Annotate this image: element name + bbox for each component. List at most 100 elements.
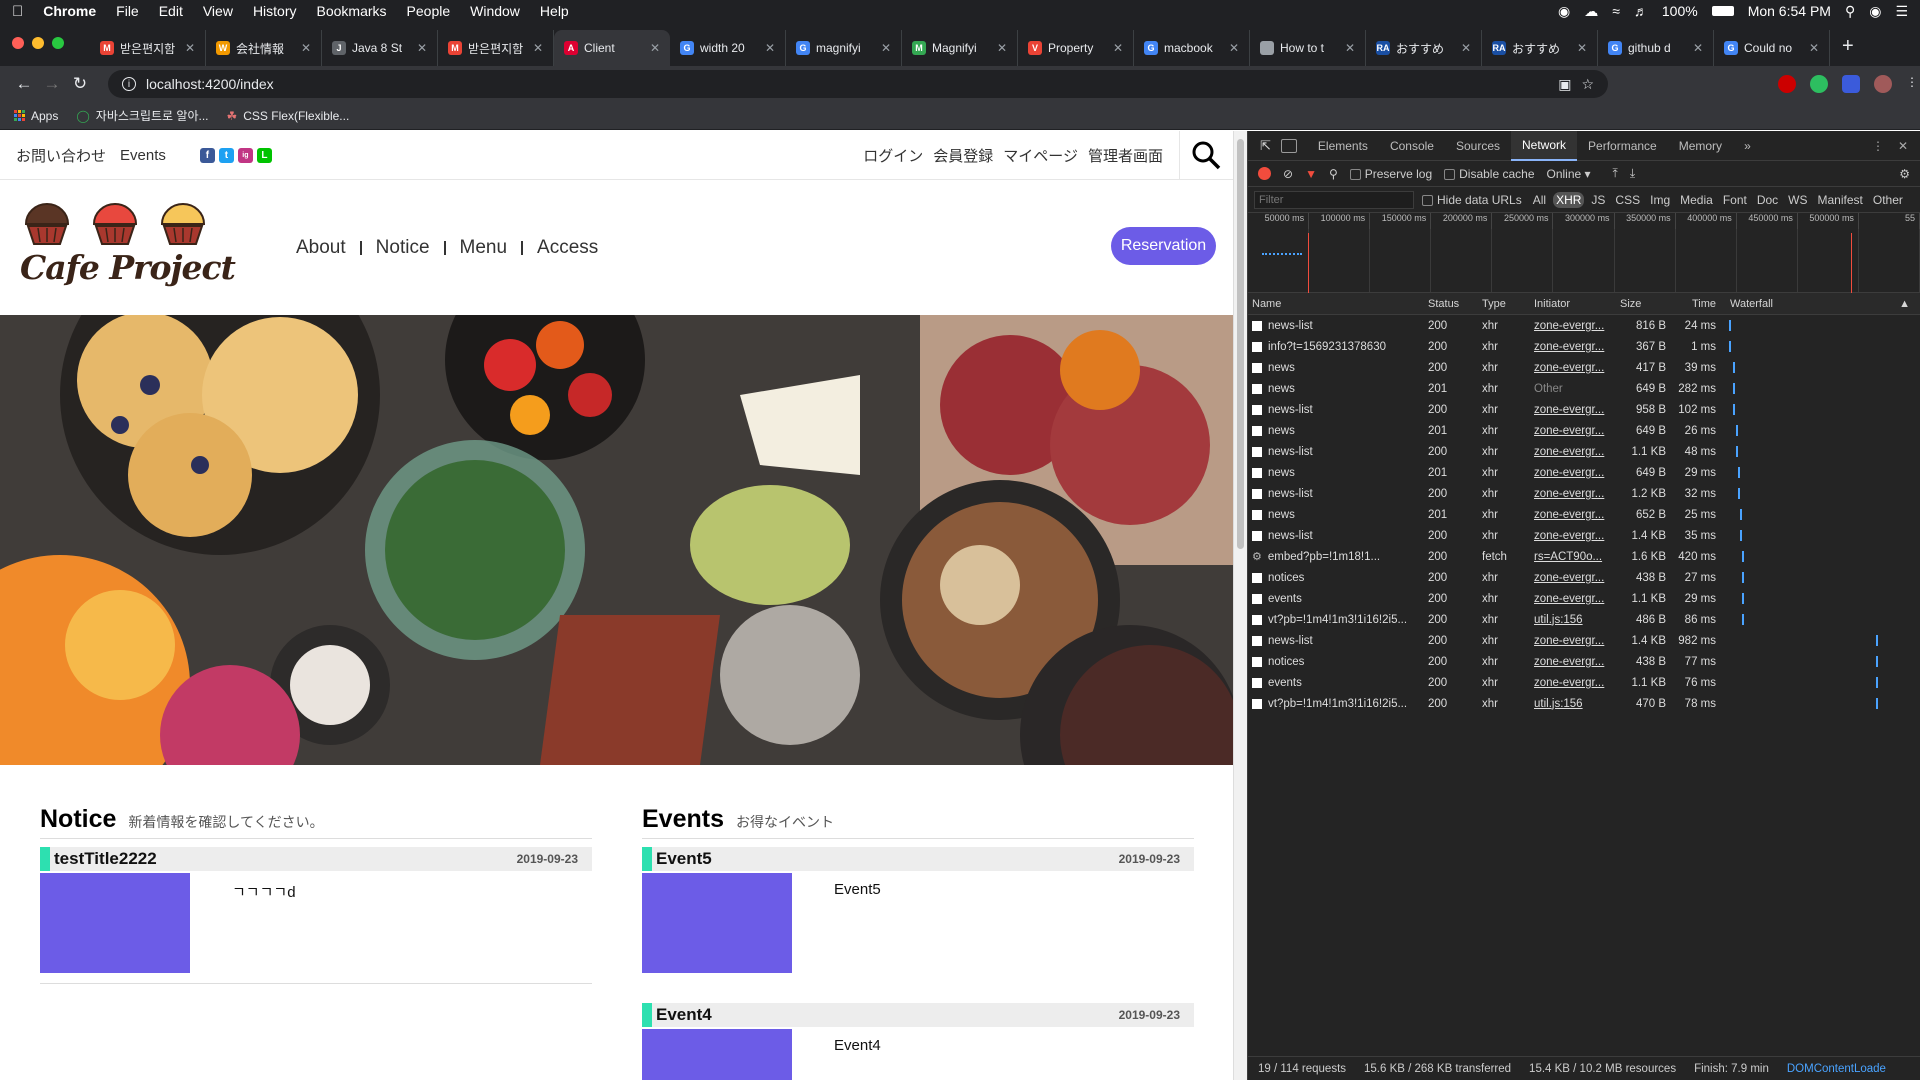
- request-name[interactable]: notices: [1248, 572, 1424, 584]
- back-icon[interactable]: ←: [10, 74, 38, 94]
- hide-data-urls-checkbox[interactable]: Hide data URLs: [1422, 193, 1522, 207]
- wifi-icon[interactable]: ≈: [1612, 3, 1620, 19]
- url-text[interactable]: localhost:4200/index: [146, 76, 274, 92]
- tab-memory[interactable]: Memory: [1668, 131, 1733, 161]
- request-row[interactable]: ⚙ embed?pb=!1m18!1... 200 fetch rs=ACT90o…: [1248, 546, 1920, 567]
- tab-performance[interactable]: Performance: [1577, 131, 1668, 161]
- request-initiator[interactable]: zone-evergr...: [1530, 509, 1616, 521]
- request-row[interactable]: notices 200 xhr zone-evergr... 438 B 77 …: [1248, 651, 1920, 672]
- device-toolbar-icon[interactable]: [1280, 138, 1297, 153]
- col-type[interactable]: Type: [1478, 298, 1530, 310]
- close-tab-icon[interactable]: ✕: [1113, 41, 1123, 55]
- request-initiator[interactable]: zone-evergr...: [1530, 677, 1616, 689]
- col-time[interactable]: Time: [1670, 298, 1720, 310]
- request-initiator[interactable]: zone-evergr...: [1530, 404, 1616, 416]
- search-icon[interactable]: ⚲: [1329, 167, 1338, 181]
- inspect-element-icon[interactable]: ⇱: [1260, 138, 1271, 154]
- col-initiator[interactable]: Initiator: [1530, 298, 1616, 310]
- menu-people[interactable]: People: [407, 3, 451, 19]
- clear-icon[interactable]: ⊘: [1283, 167, 1293, 181]
- menu-bookmarks[interactable]: Bookmarks: [317, 3, 387, 19]
- request-row[interactable]: news-list 200 xhr zone-evergr... 1.4 KB …: [1248, 525, 1920, 546]
- request-name[interactable]: news: [1248, 425, 1424, 437]
- contact-link[interactable]: お問い合わせ: [16, 145, 106, 166]
- request-initiator[interactable]: zone-evergr...: [1530, 341, 1616, 353]
- twitter-icon[interactable]: t: [218, 147, 234, 163]
- request-name[interactable]: news: [1248, 362, 1424, 374]
- request-initiator[interactable]: zone-evergr...: [1530, 593, 1616, 605]
- bookmark-star-icon[interactable]: ☆: [1581, 76, 1594, 93]
- event-item-header[interactable]: Event4 2019-09-23: [642, 1003, 1194, 1027]
- export-har-icon[interactable]: ⤓: [1630, 166, 1635, 181]
- request-row[interactable]: news-list 200 xhr zone-evergr... 1.4 KB …: [1248, 630, 1920, 651]
- filter-type-img[interactable]: Img: [1647, 192, 1673, 208]
- request-row[interactable]: news-list 200 xhr zone-evergr... 1.2 KB …: [1248, 483, 1920, 504]
- request-row[interactable]: events 200 xhr zone-evergr... 1.1 KB 29 …: [1248, 588, 1920, 609]
- browser-tab[interactable]: How to t ✕: [1250, 30, 1366, 66]
- close-tab-icon[interactable]: ✕: [997, 41, 1007, 55]
- volume-icon[interactable]: ♬: [1634, 3, 1648, 19]
- chrome-menu-icon[interactable]: ⋮: [1906, 75, 1918, 93]
- close-tab-icon[interactable]: ✕: [1229, 41, 1239, 55]
- tab-sources[interactable]: Sources: [1445, 131, 1511, 161]
- nav-menu[interactable]: Menu: [460, 237, 508, 259]
- request-initiator[interactable]: zone-evergr...: [1530, 530, 1616, 542]
- sort-up-icon[interactable]: ▲: [1899, 298, 1916, 310]
- request-name[interactable]: ⚙ embed?pb=!1m18!1...: [1248, 550, 1424, 564]
- info-icon[interactable]: i: [122, 77, 136, 91]
- close-tab-icon[interactable]: ✕: [765, 41, 775, 55]
- new-tab-button[interactable]: +: [1830, 35, 1866, 66]
- evernote-icon[interactable]: [1810, 75, 1828, 93]
- request-name[interactable]: events: [1248, 677, 1424, 689]
- request-row[interactable]: news 201 xhr Other 649 B 282 ms: [1248, 378, 1920, 399]
- event-item-thumbnail[interactable]: [642, 873, 792, 973]
- line-icon[interactable]: L: [256, 147, 272, 163]
- browser-tab[interactable]: Gwidth 20 ✕: [670, 30, 786, 66]
- request-row[interactable]: vt?pb=!1m4!1m3!1i16!2i5... 200 xhr util.…: [1248, 609, 1920, 630]
- menu-view[interactable]: View: [203, 3, 233, 19]
- bookmark-apps[interactable]: Apps: [14, 109, 58, 123]
- request-name[interactable]: vt?pb=!1m4!1m3!1i16!2i5...: [1248, 698, 1424, 710]
- browser-tab[interactable]: Gmagnifyi ✕: [786, 30, 902, 66]
- browser-tab[interactable]: J Java 8 St ✕: [322, 30, 438, 66]
- request-name[interactable]: news-list: [1248, 530, 1424, 542]
- request-row[interactable]: news 201 xhr zone-evergr... 649 B 29 ms: [1248, 462, 1920, 483]
- close-tab-icon[interactable]: ✕: [1577, 41, 1587, 55]
- tab-elements[interactable]: Elements: [1307, 131, 1379, 161]
- request-initiator[interactable]: zone-evergr...: [1530, 467, 1616, 479]
- request-name[interactable]: news: [1248, 509, 1424, 521]
- nav-about[interactable]: About: [296, 237, 346, 259]
- col-size[interactable]: Size: [1616, 298, 1670, 310]
- request-name[interactable]: news-list: [1248, 635, 1424, 647]
- filter-type-xhr[interactable]: XHR: [1553, 191, 1585, 208]
- request-row[interactable]: info?t=1569231378630 200 xhr zone-evergr…: [1248, 336, 1920, 357]
- nav-notice[interactable]: Notice: [376, 237, 430, 259]
- request-row[interactable]: news 200 xhr zone-evergr... 417 B 39 ms: [1248, 357, 1920, 378]
- request-name[interactable]: events: [1248, 593, 1424, 605]
- login-link[interactable]: ログイン: [863, 145, 923, 166]
- close-tab-icon[interactable]: ✕: [881, 41, 891, 55]
- cloud-icon[interactable]: ☁: [1584, 3, 1598, 20]
- filter-type-manifest[interactable]: Manifest: [1815, 192, 1866, 208]
- facebook-icon[interactable]: f: [199, 147, 215, 163]
- close-tab-icon[interactable]: ✕: [185, 41, 195, 55]
- request-row[interactable]: news-list 200 xhr zone-evergr... 1.1 KB …: [1248, 441, 1920, 462]
- siri-icon[interactable]: ◉: [1869, 3, 1881, 20]
- request-name[interactable]: vt?pb=!1m4!1m3!1i16!2i5...: [1248, 614, 1424, 626]
- col-waterfall[interactable]: Waterfall ▲: [1720, 298, 1920, 310]
- filter-type-all[interactable]: All: [1530, 192, 1549, 208]
- bookmark-css-flex[interactable]: ☘ CSS Flex(Flexible...: [227, 109, 350, 123]
- event-item-title[interactable]: Event5: [656, 849, 712, 869]
- site-logo[interactable]: Cafe Project: [20, 198, 236, 298]
- forward-icon[interactable]: →: [38, 74, 66, 94]
- settings-gear-icon[interactable]: ⚙: [1899, 167, 1910, 181]
- request-row[interactable]: news 201 xhr zone-evergr... 652 B 25 ms: [1248, 504, 1920, 525]
- tab-console[interactable]: Console: [1379, 131, 1445, 161]
- request-name[interactable]: news: [1248, 467, 1424, 479]
- menu-help[interactable]: Help: [540, 3, 569, 19]
- spotlight-icon[interactable]: ⚲: [1845, 3, 1855, 20]
- record-icon[interactable]: [1258, 167, 1271, 180]
- filter-input[interactable]: Filter: [1254, 190, 1414, 209]
- request-initiator[interactable]: rs=ACT90o...: [1530, 551, 1616, 563]
- filter-type-doc[interactable]: Doc: [1754, 192, 1781, 208]
